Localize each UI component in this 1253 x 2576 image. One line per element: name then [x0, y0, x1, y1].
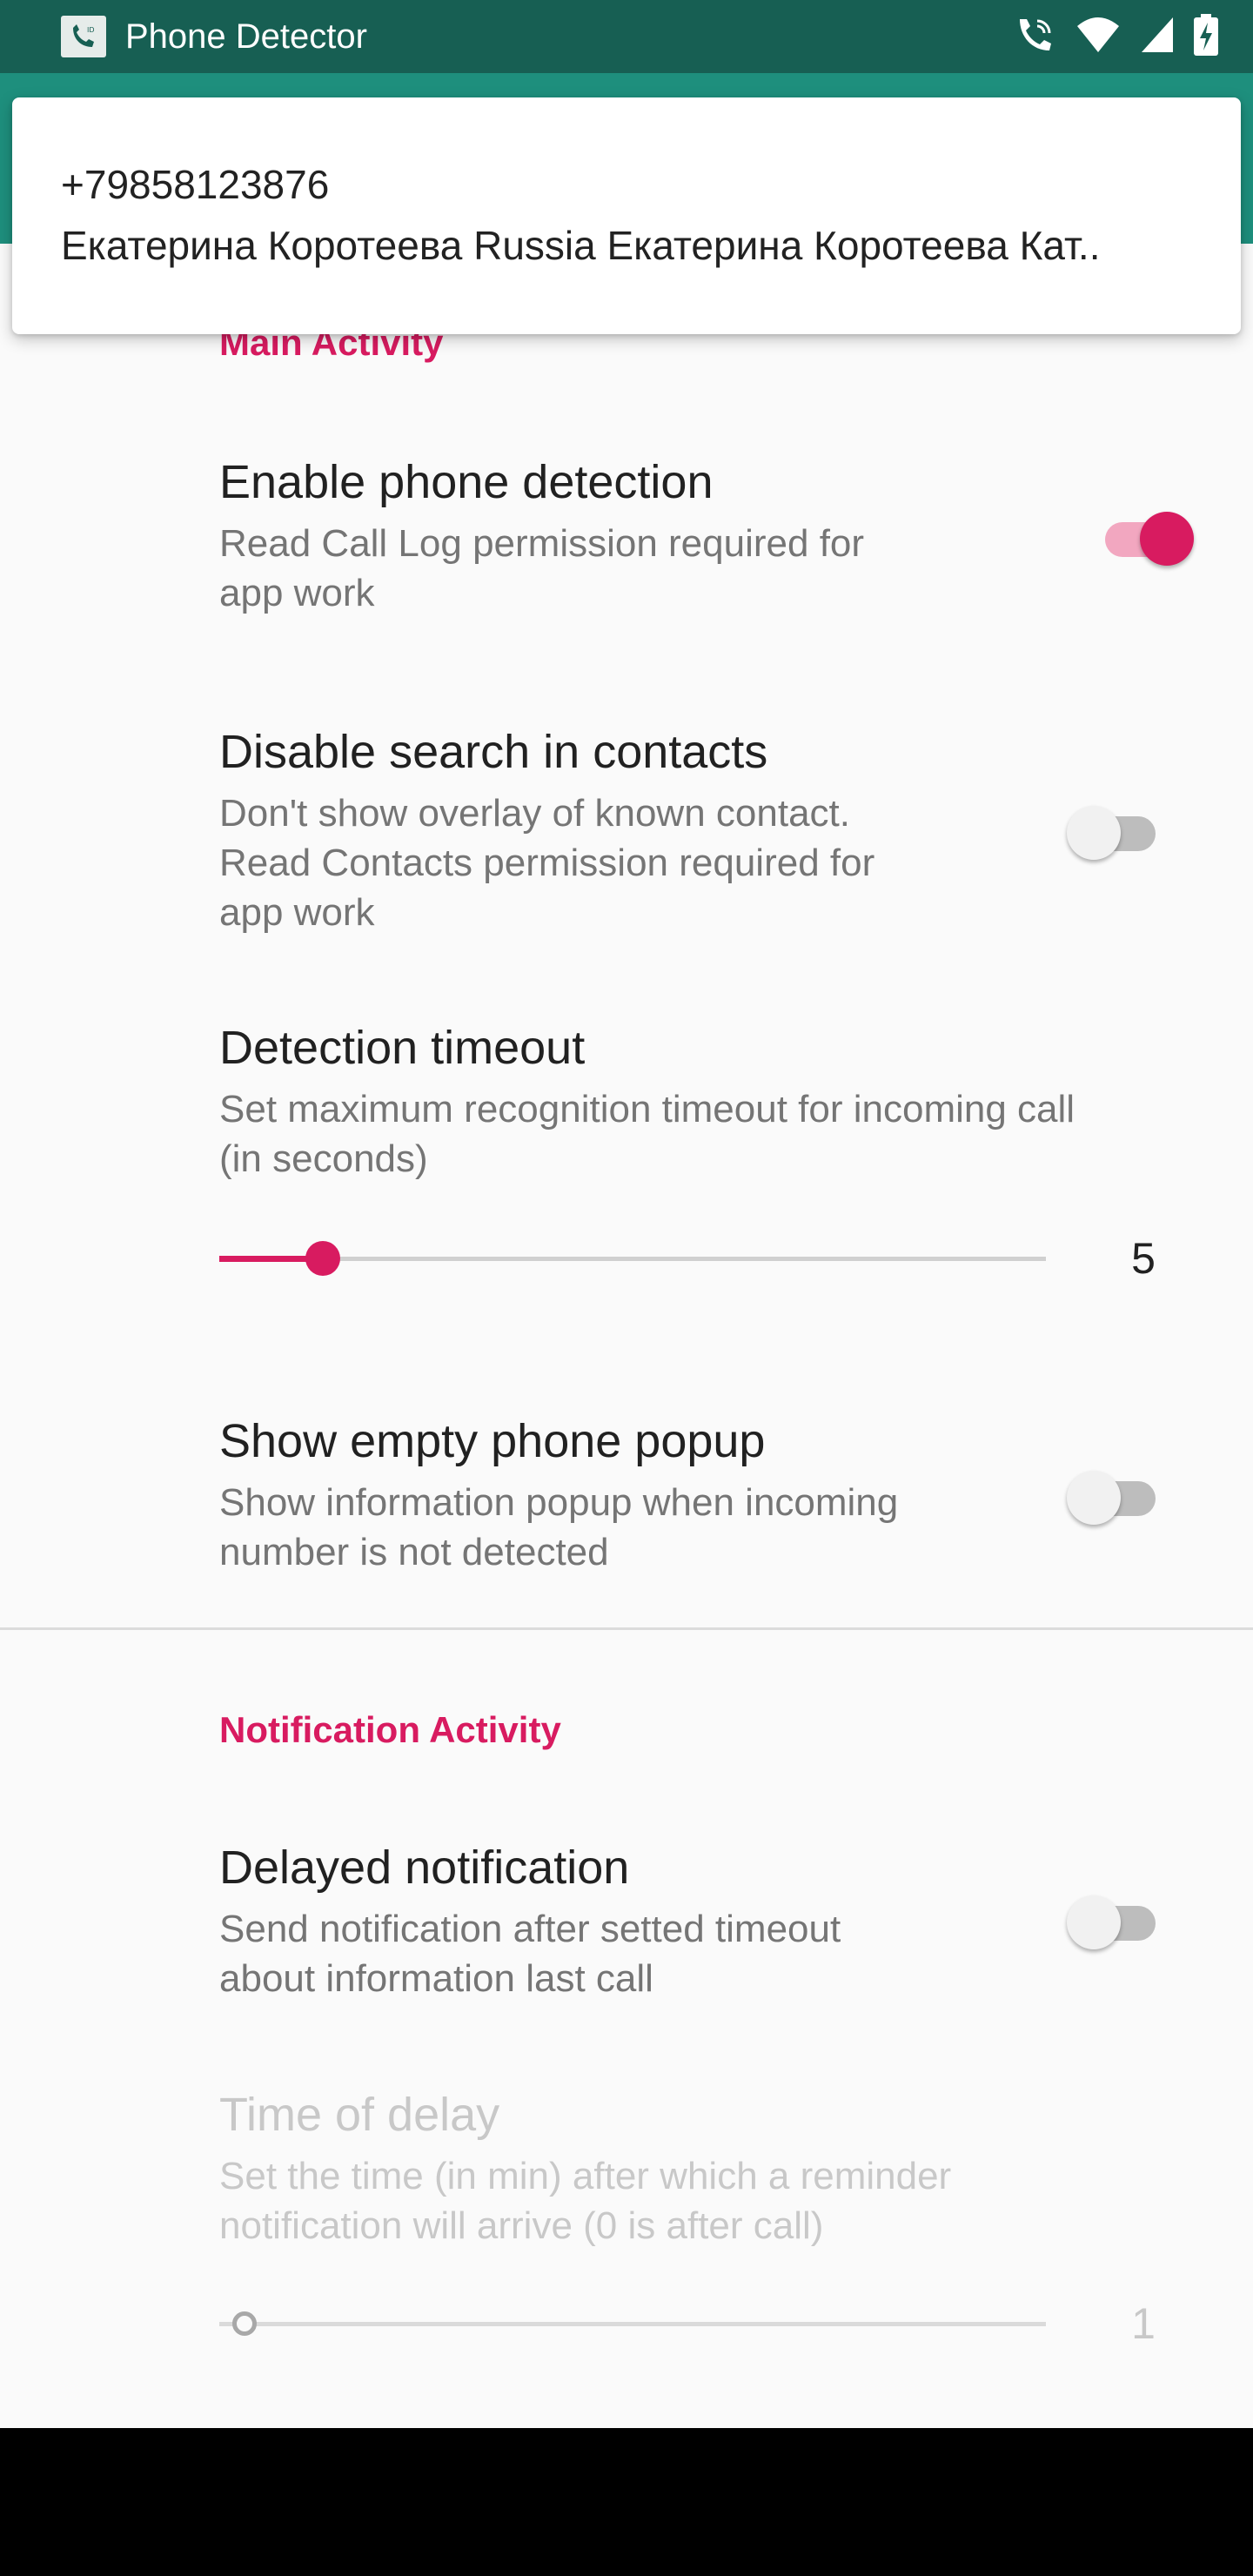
time-of-delay-slider [219, 2306, 1046, 2341]
switch-thumb [1067, 1895, 1121, 1949]
wifi-call-icon [1015, 16, 1056, 58]
pref-summary: Set the time (in min) after which a remi… [219, 2155, 952, 2197]
wifi-icon [1075, 16, 1121, 58]
battery-charging-icon [1194, 13, 1218, 60]
pref-summary: app work [219, 891, 375, 934]
section-divider [0, 1627, 1253, 1630]
navigation-bar [0, 2428, 1253, 2576]
pref-title: Show empty phone popup [219, 1415, 766, 1467]
pref-title: Disable search in contacts [219, 726, 768, 778]
show-empty-popup-switch[interactable] [1067, 1457, 1171, 1530]
pref-title: Time of delay [219, 2089, 500, 2141]
slider-knob[interactable] [305, 1241, 340, 1276]
status-app-title: Phone Detector [125, 17, 367, 56]
enable-phone-detection-switch[interactable] [1089, 498, 1194, 571]
pref-summary: (in seconds) [219, 1137, 428, 1180]
pref-summary: app work [219, 572, 375, 614]
pref-summary: Send notification after setted timeout [219, 1908, 841, 1950]
slider-knob [232, 2311, 257, 2336]
popup-phone-number: +79858123876 [61, 162, 330, 207]
pref-summary: notification will arrive (0 is after cal… [219, 2204, 824, 2247]
slider-rail [219, 2322, 1046, 2326]
switch-thumb [1140, 512, 1194, 566]
svg-text:ID: ID [87, 26, 95, 34]
pref-summary: Read Call Log permission required for [219, 522, 865, 565]
signal-icon [1140, 16, 1175, 58]
disable-search-contacts-switch[interactable] [1067, 792, 1171, 865]
settings-list[interactable]: Main Activity Enable phone detection Rea… [0, 244, 1253, 2428]
phone-detector-app-icon: ID [61, 16, 106, 57]
pref-summary: about information last call [219, 1957, 653, 2000]
delayed-notification-switch[interactable] [1067, 1882, 1171, 1955]
time-of-delay-value: 1 [1131, 2299, 1156, 2348]
pref-title: Enable phone detection [219, 456, 714, 508]
pref-summary: Read Contacts permission required for [219, 842, 875, 884]
slider-rail [219, 1257, 1046, 1261]
pref-title: Detection timeout [219, 1022, 586, 1074]
switch-thumb [1067, 806, 1121, 860]
pref-title: Delayed notification [219, 1841, 630, 1894]
detection-timeout-value: 5 [1131, 1234, 1156, 1283]
detection-timeout-slider[interactable] [219, 1241, 1046, 1276]
pref-summary: Show information popup when incoming [219, 1481, 899, 1524]
section-title-notification: Notification Activity [219, 1709, 561, 1750]
pref-summary: number is not detected [219, 1531, 609, 1573]
status-bar: ID Phone Detector [0, 0, 1253, 73]
incoming-call-popup[interactable]: +79858123876 Екатерина Коротеева Russia … [12, 97, 1241, 334]
switch-thumb [1067, 1471, 1121, 1525]
popup-caller-info: Екатерина Коротеева Russia Екатерина Кор… [61, 223, 1101, 268]
pref-summary: Don't show overlay of known contact. [219, 792, 850, 835]
pref-summary: Set maximum recognition timeout for inco… [219, 1088, 1075, 1130]
